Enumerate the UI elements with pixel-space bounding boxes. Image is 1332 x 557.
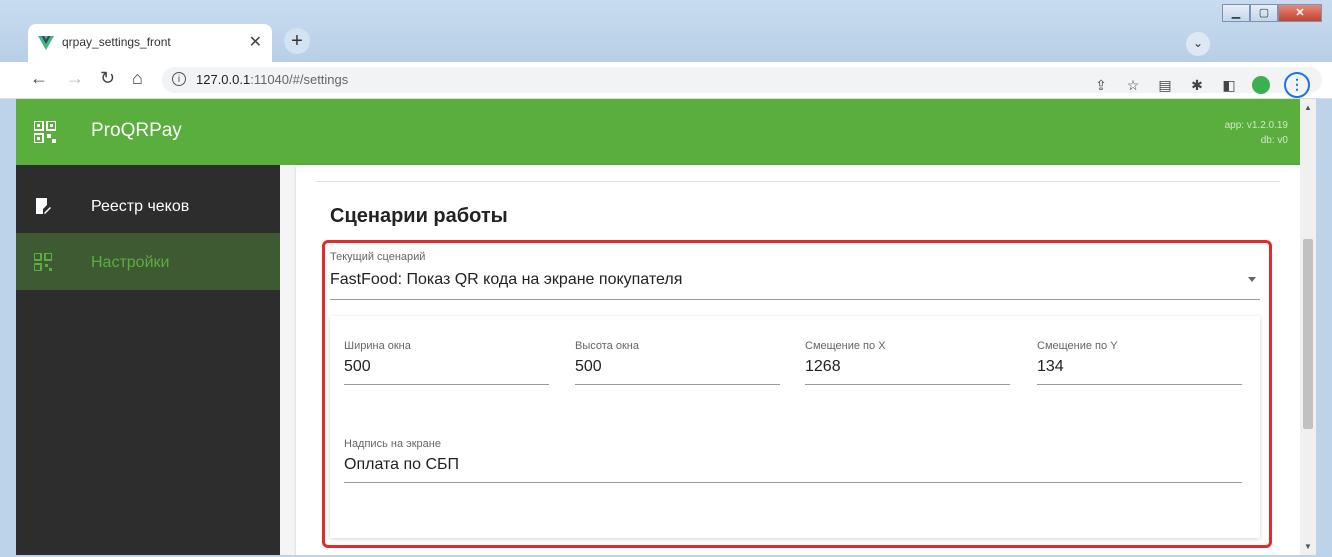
- sidebar-item-label: Настройки: [91, 254, 170, 271]
- field-value: Оплата по СБП: [344, 456, 460, 473]
- settings-card: Сценарии работы Текущий сценарий FastFoo…: [296, 165, 1304, 555]
- main-content: Сценарии работы Текущий сценарий FastFoo…: [280, 165, 1304, 555]
- maximize-button[interactable]: ▢: [1250, 4, 1278, 22]
- version-info: app: v1.2.0.19 db: v0: [1225, 118, 1288, 148]
- close-window-button[interactable]: ✕: [1278, 4, 1322, 22]
- browser-menu-icon[interactable]: ⋮: [1284, 72, 1310, 98]
- window-height-field[interactable]: Высота окна 500: [575, 340, 780, 385]
- offset-x-field[interactable]: Смещение по X 1268: [805, 340, 1010, 385]
- field-label: Смещение по Y: [1037, 340, 1118, 352]
- reload-icon[interactable]: ↻: [100, 68, 115, 89]
- scenario-label: Текущий сценарий: [330, 251, 426, 263]
- window-width-field[interactable]: Ширина окна 500: [344, 340, 549, 385]
- scenario-select[interactable]: Текущий сценарий FastFood: Показ QR кода…: [330, 251, 1260, 300]
- tab-search-button[interactable]: ⌄: [1186, 32, 1210, 56]
- share-icon[interactable]: ⇪: [1092, 77, 1110, 94]
- divider: [316, 181, 1280, 182]
- field-label: Ширина окна: [344, 340, 411, 352]
- app-header: ProQRPay app: v1.2.0.19 db: v0: [16, 99, 1316, 165]
- extension-reader-icon[interactable]: ▤: [1156, 77, 1174, 94]
- sidebar-item-label: Реестр чеков: [91, 198, 190, 215]
- sidebar-item-receipts[interactable]: Реестр чеков: [16, 177, 280, 234]
- field-value: 134: [1037, 358, 1064, 375]
- browser-window: qrpay_settings_front ✕ + ⌄ ▁ ▢ ✕ ← → ↻ ⌂…: [0, 0, 1332, 557]
- bookmark-star-icon[interactable]: ☆: [1124, 77, 1142, 94]
- tab-strip: qrpay_settings_front ✕ + ⌄ ▁ ▢ ✕: [0, 0, 1332, 62]
- tab-close-icon[interactable]: ✕: [249, 32, 262, 52]
- section-title: Сценарии работы: [330, 205, 508, 227]
- field-label: Смещение по X: [805, 340, 886, 352]
- scenario-value: FastFood: Показ QR кода на экране покупа…: [330, 271, 683, 288]
- back-icon[interactable]: ←: [30, 68, 48, 89]
- db-version: db: v0: [1260, 135, 1288, 146]
- scroll-down-icon[interactable]: ▼: [1304, 542, 1312, 551]
- tab-title: qrpay_settings_front: [62, 35, 171, 49]
- qr-settings-icon: [34, 253, 52, 271]
- sidebar-item-settings[interactable]: Настройки: [16, 233, 280, 290]
- field-value: 500: [344, 358, 371, 375]
- app-title: ProQRPay: [91, 120, 182, 141]
- sidebar: Реестр чеков Настройки: [16, 165, 280, 555]
- scrollbar-thumb[interactable]: [1303, 239, 1313, 429]
- vue-logo-icon: [38, 36, 54, 50]
- field-value: 1268: [805, 358, 841, 375]
- app-version: app: v1.2.0.19: [1224, 120, 1288, 131]
- app-viewport: ProQRPay app: v1.2.0.19 db: v0 Реестр че…: [16, 99, 1316, 555]
- chevron-down-icon[interactable]: [1248, 277, 1256, 282]
- offset-y-field[interactable]: Смещение по Y 134: [1037, 340, 1242, 385]
- scenario-params-card: Ширина окна 500 Высота окна 500 Смещение…: [330, 316, 1260, 538]
- url-text: 127.0.0.1:11040/#/settings: [196, 72, 349, 87]
- forward-icon[interactable]: →: [66, 68, 84, 89]
- minimize-button[interactable]: ▁: [1222, 4, 1250, 22]
- side-panel-icon[interactable]: ◧: [1220, 77, 1238, 94]
- profile-avatar[interactable]: [1252, 76, 1270, 94]
- field-label: Высота окна: [575, 340, 639, 352]
- browser-tab[interactable]: qrpay_settings_front ✕: [28, 24, 272, 62]
- site-info-icon[interactable]: i: [172, 72, 186, 86]
- window-controls: ▁ ▢ ✕: [1222, 4, 1322, 22]
- field-value: 500: [575, 358, 602, 375]
- extensions-puzzle-icon[interactable]: ✱: [1188, 77, 1206, 94]
- home-icon[interactable]: ⌂: [132, 68, 143, 89]
- screen-caption-field[interactable]: Надпись на экране Оплата по СБП: [344, 438, 1242, 483]
- browser-toolbar: ← → ↻ ⌂ i 127.0.0.1:11040/#/settings ⇪ ☆…: [0, 62, 1332, 99]
- toolbar-icons: ⇪ ☆ ▤ ✱ ◧ ⋮: [1092, 72, 1310, 98]
- new-tab-button[interactable]: +: [284, 28, 310, 54]
- qr-logo-icon: [34, 121, 56, 143]
- receipt-icon: [36, 198, 51, 214]
- address-bar[interactable]: i 127.0.0.1:11040/#/settings ⇪ ☆ ▤ ✱ ◧ ⋮: [162, 67, 1322, 98]
- field-label: Надпись на экране: [344, 438, 441, 450]
- scroll-up-icon[interactable]: ▲: [1304, 103, 1312, 112]
- page-scrollbar[interactable]: ▲ ▼: [1300, 99, 1316, 555]
